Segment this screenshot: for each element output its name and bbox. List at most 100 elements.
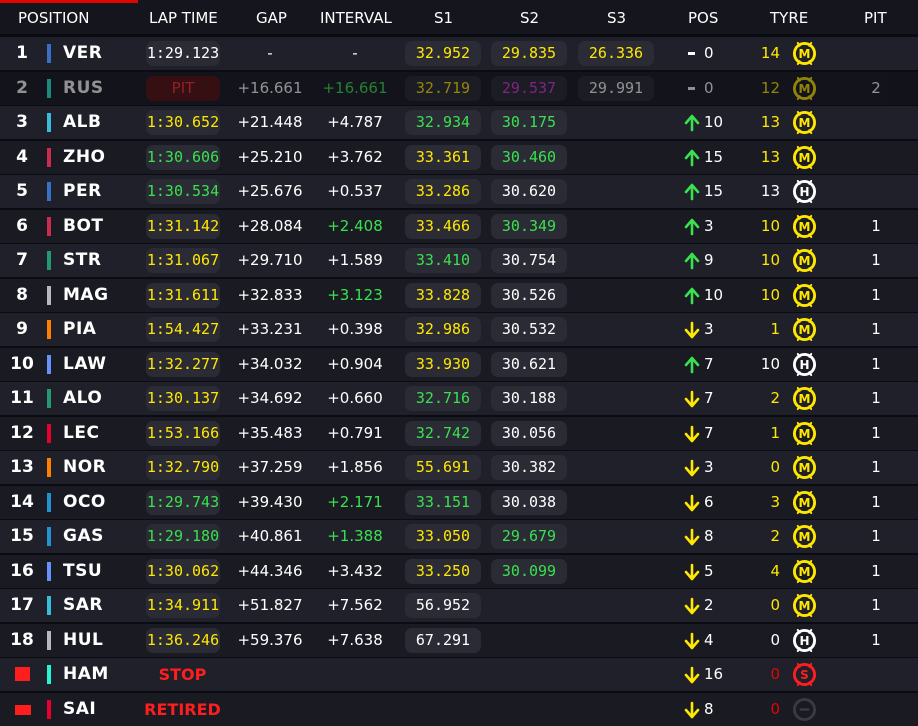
gap-value: +33.231 <box>237 320 303 338</box>
svg-text:M: M <box>799 81 811 95</box>
table-row[interactable]: 15 GAS 1:29.180 +40.861 +1.388 33.050 29.679 8 2… <box>0 520 918 553</box>
team-color-bar <box>47 354 51 374</box>
header-gap[interactable]: GAP <box>256 0 287 34</box>
svg-text:H: H <box>799 633 809 647</box>
position-change: 4 <box>704 630 714 649</box>
table-row[interactable]: 5 PER 1:30.534 +25.676 +0.537 33.286 30.620 15 1… <box>0 175 918 208</box>
pit-count: 1 <box>871 320 881 338</box>
interval-value: +3.432 <box>327 561 383 580</box>
position-number: 14 <box>10 491 34 512</box>
interval-value <box>320 693 390 726</box>
tyre-age: 0 <box>770 665 780 683</box>
interval-value <box>320 658 390 691</box>
lap-time: 1:36.246 <box>146 627 220 653</box>
sector-2-time: 30.754 <box>491 248 567 273</box>
header-interval[interactable]: INTERVAL <box>320 0 392 34</box>
sector-2-time: 30.532 <box>491 317 567 342</box>
medium-tyre-icon: M <box>792 283 817 307</box>
table-row[interactable]: 1 VER 1:29.123 - - 32.952 29.835 26.336 0 14 M <box>0 37 918 70</box>
header-s3[interactable]: S3 <box>607 0 626 34</box>
team-color-bar <box>47 561 51 581</box>
pit-count: 1 <box>871 354 881 373</box>
svg-text:H: H <box>799 357 809 371</box>
tyre-age: 2 <box>770 389 780 407</box>
driver-code: SAI <box>63 698 97 719</box>
position-change: 7 <box>704 389 714 407</box>
driver-code: VER <box>63 43 103 63</box>
table-row[interactable]: 14 OCO 1:29.743 +39.430 +2.171 33.151 30.038 6 3… <box>0 485 918 519</box>
table-row[interactable]: 13 NOR 1:32.790 +37.259 +1.856 55.691 30.382 3 0… <box>0 451 918 484</box>
arrow-down-icon <box>684 632 700 649</box>
sector-1-time: 32.934 <box>405 110 481 135</box>
table-row[interactable]: 12 LEC 1:53.166 +35.483 +0.791 32.742 30.056 7 1… <box>0 416 918 450</box>
team-color-bar <box>47 113 51 132</box>
header-pit[interactable]: PIT <box>864 0 887 34</box>
lap-time: 1:31.142 <box>146 213 220 239</box>
lap-time: 1:31.611 <box>146 282 220 308</box>
lap-time: 1:30.534 <box>146 179 220 204</box>
tyre-age: 13 <box>760 147 780 166</box>
table-row[interactable]: 18 HUL 1:36.246 +59.376 +7.638 67.291 4 0 H 1 <box>0 623 918 657</box>
tyre-age: 12 <box>760 78 780 97</box>
arrow-down-icon <box>684 425 700 442</box>
interval-value: - <box>352 44 358 62</box>
driver-code: PIA <box>63 319 97 339</box>
sector-2-time: 30.038 <box>491 489 567 515</box>
tyre-age: 0 <box>770 630 780 649</box>
sector-1-time: 32.719 <box>405 75 481 101</box>
svg-text:M: M <box>799 323 811 337</box>
table-row[interactable]: 3 ALB 1:30.652 +21.448 +4.787 32.934 30.175 10 1… <box>0 106 918 139</box>
team-color-bar <box>47 320 51 339</box>
header-position[interactable]: POSITION <box>18 0 89 34</box>
pit-count: 2 <box>871 78 881 97</box>
header-lap-time[interactable]: LAP TIME <box>149 0 218 34</box>
sector-1-time: 33.410 <box>405 248 481 273</box>
team-color-bar <box>47 251 51 270</box>
position-change: 15 <box>704 147 724 166</box>
pit-count: 1 <box>871 458 881 476</box>
header-tyre[interactable]: TYRE <box>770 0 808 34</box>
pit-count <box>862 37 890 70</box>
table-row[interactable]: HAM STOP 16 0 S <box>0 658 918 691</box>
table-row[interactable]: 16 TSU 1:30.062 +44.346 +3.432 33.250 30.099 5 4… <box>0 554 918 588</box>
interval-value: +1.388 <box>327 527 383 545</box>
position-number: 5 <box>16 181 28 201</box>
table-row[interactable]: 6 BOT 1:31.142 +28.084 +2.408 33.466 30.349 3 10… <box>0 209 918 243</box>
driver-code: OCO <box>63 491 106 512</box>
position-change: 10 <box>704 113 724 131</box>
table-row[interactable]: 11 ALO 1:30.137 +34.692 +0.660 32.716 30.188 7 2… <box>0 382 918 415</box>
timing-tower: POSITION LAP TIME GAP INTERVAL S1 S2 S 3 … <box>0 0 918 726</box>
gap-value: - <box>267 44 273 62</box>
table-row[interactable]: 9 PIA 1:54.427 +33.231 +0.398 32.986 30.532 3 1 M… <box>0 313 918 346</box>
gap-value <box>236 658 304 691</box>
table-row[interactable]: SAI RETIRED 8 0 <box>0 692 918 726</box>
header-s1[interactable]: S1 <box>434 0 453 34</box>
driver-code: HUL <box>63 629 104 650</box>
table-row[interactable]: 7 STR 1:31.067 +29.710 +1.589 33.410 30.754 9 10… <box>0 244 918 277</box>
table-row[interactable]: 8 MAG 1:31.611 +32.833 +3.123 33.828 30.526 10 1… <box>0 278 918 312</box>
tyre-age: 10 <box>760 251 780 269</box>
position-change: 3 <box>704 320 714 338</box>
header-s2[interactable]: S2 <box>520 0 539 34</box>
lap-time: 1:54.427 <box>146 317 220 342</box>
sector-2-time: 29.835 <box>491 41 567 66</box>
team-color-bar <box>47 458 51 477</box>
table-row[interactable]: 4 ZHO 1:30.606 +25.210 +3.762 33.361 30.460 15 1… <box>0 140 918 174</box>
sector-2-time: 30.620 <box>491 179 567 204</box>
header-pos[interactable]: POS <box>688 0 718 34</box>
medium-tyre-icon: M <box>792 145 817 169</box>
interval-value: +1.856 <box>327 458 383 476</box>
svg-text:M: M <box>799 530 811 544</box>
tyre-age: 10 <box>760 216 780 235</box>
position-change: 6 <box>704 492 714 511</box>
tyre-age: 0 <box>770 596 780 614</box>
sector-1-time: 67.291 <box>405 627 481 653</box>
table-row[interactable]: 10 LAW 1:32.277 +34.032 +0.904 33.930 30.621 7 1… <box>0 347 918 381</box>
position-change: 8 <box>704 527 714 545</box>
driver-code: LEC <box>63 422 100 443</box>
position-change: 5 <box>704 561 714 580</box>
sector-1-time: 33.828 <box>405 282 481 308</box>
table-row[interactable]: 17 SAR 1:34.911 +51.827 +7.562 56.952 2 0 M 1 <box>0 589 918 622</box>
table-row[interactable]: 2 RUS PIT +16.661 +16.661 32.719 29.537 29.991 0… <box>0 71 918 105</box>
medium-tyre-icon: M <box>792 524 817 549</box>
